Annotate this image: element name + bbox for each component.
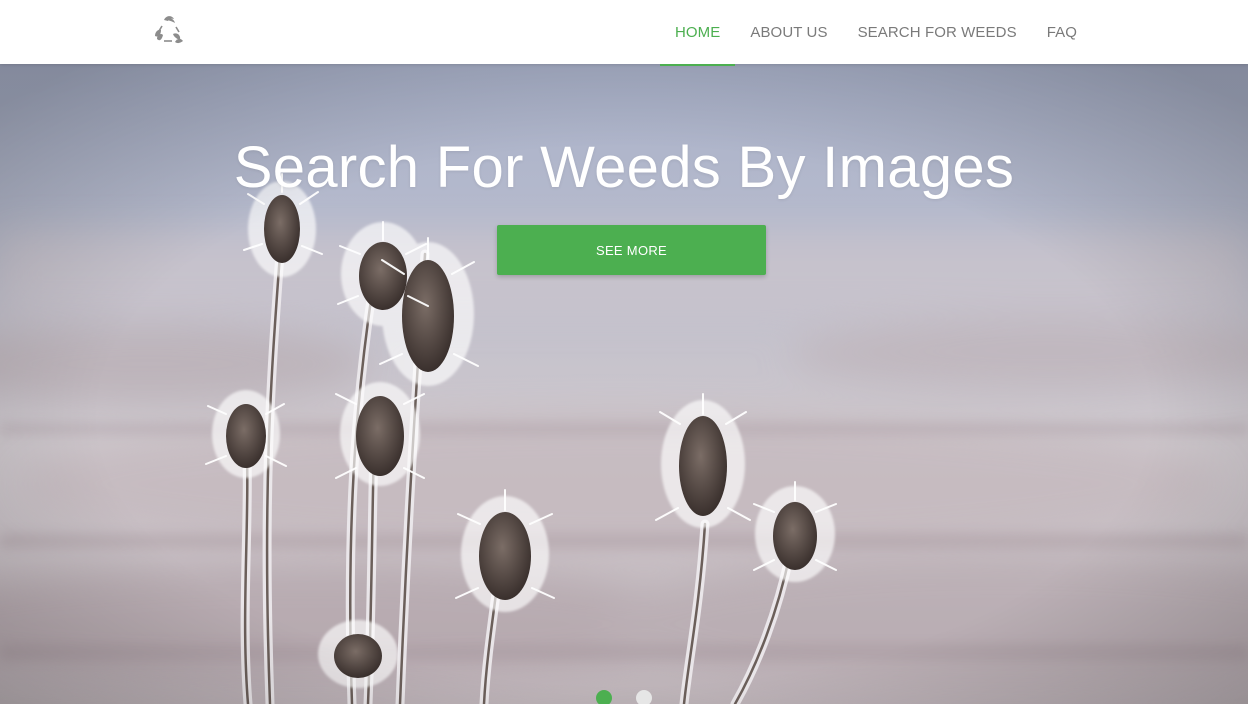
carousel-indicator-1[interactable]	[596, 690, 612, 704]
nav-home[interactable]: HOME	[659, 0, 736, 66]
top-navbar: HOME ABOUT US SEARCH FOR WEEDS FAQ	[0, 0, 1248, 66]
hero-carousel: Search For Weeds By Images SEE MORE	[0, 64, 1248, 704]
main-nav: HOME ABOUT US SEARCH FOR WEEDS FAQ	[659, 0, 1092, 66]
hero-title: Search For Weeds By Images	[233, 135, 1015, 200]
carousel-indicator-2[interactable]	[636, 690, 652, 704]
nav-search-for-weeds[interactable]: SEARCH FOR WEEDS	[843, 0, 1032, 64]
see-more-button[interactable]: SEE MORE	[497, 225, 766, 275]
nav-about-us[interactable]: ABOUT US	[735, 0, 842, 64]
recycle-leaves-logo-icon[interactable]	[152, 14, 186, 46]
nav-faq[interactable]: FAQ	[1032, 0, 1092, 64]
